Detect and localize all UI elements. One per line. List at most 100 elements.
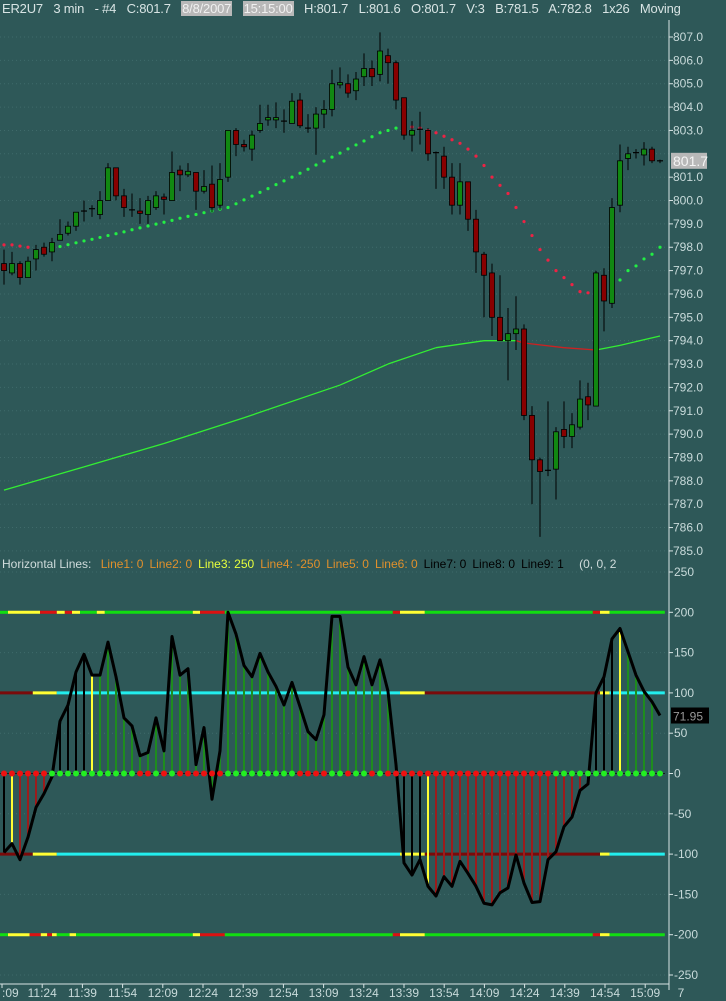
candle (601, 268, 607, 332)
candle-body (169, 172, 175, 201)
candle (489, 263, 495, 337)
chart-canvas[interactable]: 807.0 806.0 805.0 804.0 803.0 801.0 800.0 799.0… (0, 0, 726, 1001)
candle (649, 146, 655, 164)
zero-line-dot (289, 770, 295, 777)
zero-line-dot (9, 770, 15, 777)
candle (617, 144, 623, 213)
zero-line-dot (481, 770, 487, 777)
zero-line-dot (57, 770, 63, 777)
candle-body (553, 431, 559, 470)
price-tick-label: 795.0 (673, 310, 703, 324)
candle-body (321, 109, 327, 115)
time-tick-label: 12:09 (148, 986, 178, 1000)
candle (33, 244, 39, 271)
candle-body (513, 328, 519, 335)
zero-line-dot (425, 770, 431, 777)
candle (121, 188, 127, 217)
price-tick-label: 791.0 (673, 404, 703, 418)
time-tick-label: 12:39 (228, 986, 258, 1000)
trailing-stop-dot (554, 269, 558, 273)
time-tick-label: 11:39 (68, 986, 97, 1000)
zero-line-dot (257, 770, 263, 777)
candle (473, 209, 479, 273)
price-tick-label: 803.0 (673, 123, 703, 137)
trailing-stop-dot (186, 214, 190, 219)
osc-tick-label: -150 (674, 887, 698, 901)
oscillator-legend: Horizontal Lines: Line1: 0 Line2: 0 Line3:… (2, 557, 622, 571)
price-tick-label: 801.0 (673, 170, 703, 184)
zero-line-dot (529, 770, 535, 777)
zero-line-dot (473, 770, 479, 777)
time-tick-label: 11:54 (108, 986, 137, 1000)
zero-line-dot (353, 770, 359, 777)
candle-body (57, 233, 63, 241)
candle-body (185, 170, 191, 176)
zero-line-dot (81, 770, 87, 777)
candle (553, 427, 559, 500)
zero-line-dot (329, 770, 335, 777)
candle (49, 237, 55, 262)
candle-body (529, 415, 535, 461)
trailing-stop-dot (138, 226, 142, 230)
zero-line-dot (297, 770, 303, 777)
candle-body (113, 167, 119, 197)
time-tick-label: 7 (678, 986, 685, 1000)
zero-line-dot (73, 770, 79, 777)
candle-body (265, 117, 271, 121)
zero-line-dot (1, 770, 7, 777)
candle-body (121, 195, 127, 208)
candle (385, 48, 391, 84)
candle-body (297, 99, 303, 127)
close-value: C:801.7 (126, 1, 171, 16)
trailing-stop-dot (306, 167, 310, 171)
candle (217, 163, 223, 210)
osc-tick-label: 100 (674, 686, 694, 700)
candle (25, 256, 31, 279)
trailing-stop-dot (10, 243, 14, 247)
zero-line-dot (641, 770, 647, 777)
candle-body (161, 196, 167, 200)
candle-body (393, 62, 399, 101)
candle (257, 104, 263, 133)
candle (433, 151, 439, 189)
osc-tick-label: 200 (674, 605, 694, 619)
moving-average-segment (387, 347, 437, 365)
zero-line-dot (105, 770, 111, 777)
zero-line-dot (113, 770, 119, 777)
zero-line-dot (377, 770, 383, 777)
time-value: 15:15:00 (242, 1, 294, 16)
candle (457, 163, 463, 215)
price-tick-label: 788.0 (673, 474, 703, 488)
moving-average-segment (163, 417, 245, 445)
price-tick-label: 787.0 (673, 497, 703, 511)
legend-line-3: Line3: 250 (198, 557, 255, 571)
trailing-stop-dot (250, 194, 254, 198)
trailing-stop-dot (362, 139, 366, 143)
time-tick-label: 15:09 (630, 986, 660, 1000)
zero-line-dot (305, 770, 311, 777)
zero-line-dot (225, 770, 231, 777)
osc-tick-label: -200 (674, 928, 698, 942)
trailing-stop-dot (154, 222, 158, 226)
trailing-stop-dot (226, 205, 230, 210)
candle (337, 67, 343, 89)
zero-line-dot (241, 770, 247, 777)
trailing-stop-dot (66, 243, 70, 247)
candle-body (145, 200, 151, 215)
candle (505, 307, 511, 381)
candle (233, 128, 239, 157)
zero-line-dot (505, 770, 511, 777)
trailing-stop-dot (538, 247, 542, 252)
trailing-stop-dot (378, 131, 382, 135)
time-tick-label: :09 (2, 986, 19, 1000)
zero-line-dot (249, 770, 255, 777)
legend-line-8: Line8: 0 (472, 557, 516, 571)
candle (409, 121, 415, 152)
candle (305, 114, 311, 133)
time-tick-label: 13:09 (309, 986, 339, 1000)
candle (377, 32, 383, 82)
candle-body (25, 260, 31, 279)
osc-tick-label: 250 (674, 565, 694, 579)
candle (113, 167, 119, 201)
trailing-stop-dot (106, 233, 110, 238)
